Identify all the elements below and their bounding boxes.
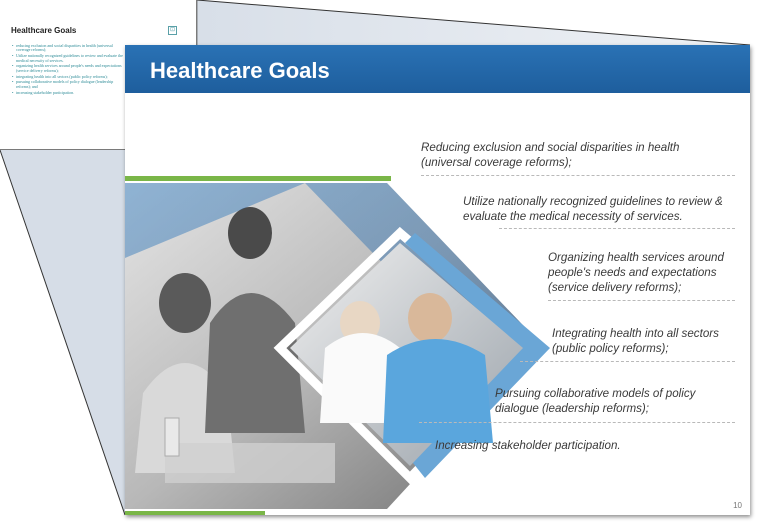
thumbnail-bullet: pursuing collaborative models of policy … [12,80,124,89]
goal-1-line-1: Reducing exclusion and social disparitie… [421,141,680,154]
goal-5-line-2: dialogue (leadership reforms); [495,402,650,415]
goal-divider [421,175,735,176]
goal-4-line-2: (public policy reforms); [552,342,669,355]
goal-divider [548,300,735,301]
goal-item-6: Increasing stakeholder participation. [435,438,621,453]
goal-6-line-1: Increasing stakeholder participation. [435,439,621,452]
top-green-accent-bar [125,176,391,181]
goal-divider [520,361,735,362]
goal-divider [419,422,735,423]
goal-item-5: Pursuing collaborative models of policy … [495,386,695,416]
thumbnail-bullet: Utilize nationally recognized guidelines… [12,54,124,63]
goal-3-line-1: Organizing health services around [548,251,724,264]
goal-2-line-2: evaluate the medical necessity of servic… [463,210,683,223]
slide-header-bar: Healthcare Goals [125,45,750,93]
goal-3-line-2: people's needs and expectations [548,266,717,279]
goal-divider [499,228,735,229]
slide-number: 10 [733,501,742,510]
goal-2-line-1: Utilize nationally recognized guidelines… [463,195,723,208]
goal-item-3: Organizing health services around people… [548,250,724,295]
main-slide[interactable]: Healthcare Goals Reducing exclusion and … [125,45,750,515]
thumbnail-bullet: increasing stakeholder participation. [12,90,124,96]
goal-item-2: Utilize nationally recognized guidelines… [463,194,723,224]
bottom-green-accent-bar [125,511,265,515]
goal-item-1: Reducing exclusion and social disparitie… [421,140,679,170]
slide-title: Healthcare Goals [150,58,330,83]
thumbnail-bullet: integrating health into all sectors (pub… [12,74,124,80]
goal-4-line-1: Integrating health into all sectors [552,327,719,340]
goal-item-4: Integrating health into all sectors (pub… [552,326,719,356]
image-placeholder-icon: ⊡ [168,26,177,35]
thumbnail-bullet: reducing exclusion and social disparitie… [12,43,124,53]
goal-3-line-3: (service delivery reforms); [548,281,682,294]
goal-5-line-1: Pursuing collaborative models of policy [495,387,696,400]
thumbnail-bullet: organizing health services around people… [12,64,124,73]
goal-1-line-2: (universal coverage reforms); [421,156,572,169]
thumbnail-bullet-list: reducing exclusion and social disparitie… [12,43,124,96]
thumbnail-title: Healthcare Goals [11,26,77,35]
